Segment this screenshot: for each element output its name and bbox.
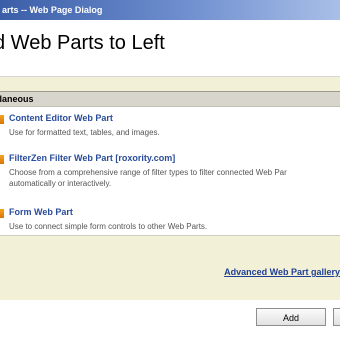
web-part-title[interactable]: FilterZen Filter Web Part [roxority.com]	[9, 153, 175, 163]
web-part-icon	[0, 115, 4, 124]
web-part-icon	[0, 209, 4, 218]
web-part-description: Choose from a comprehensive range of fil…	[9, 167, 340, 189]
category-label: llaneous	[0, 94, 34, 104]
dialog-heading: d Web Parts to Left	[0, 32, 165, 54]
web-part-title[interactable]: Content Editor Web Part	[9, 113, 113, 123]
dialog-title: arts -- Web Page Dialog	[2, 5, 103, 15]
secondary-button[interactable]	[333, 308, 340, 326]
dialog-title-bar: arts -- Web Page Dialog	[0, 0, 340, 20]
dialog-footer: Add	[0, 300, 340, 340]
web-part-panel: llaneous Content Editor Web Part Use for…	[0, 77, 340, 300]
advanced-gallery-link[interactable]: Advanced Web Part gallery	[224, 267, 340, 277]
add-button[interactable]: Add	[256, 308, 326, 326]
web-part-title[interactable]: Form Web Part	[9, 207, 73, 217]
web-part-list: Content Editor Web Part Use for formatte…	[0, 107, 340, 236]
category-header[interactable]: llaneous	[0, 91, 340, 107]
web-part-description-line: Choose from a comprehensive range of fil…	[9, 168, 287, 177]
web-part-description: Use for formatted text, tables, and imag…	[9, 128, 160, 137]
web-part-description-line: automatically or interactively.	[9, 179, 112, 188]
web-part-icon	[0, 155, 4, 164]
web-part-description: Use to connect simple form controls to o…	[9, 222, 208, 231]
